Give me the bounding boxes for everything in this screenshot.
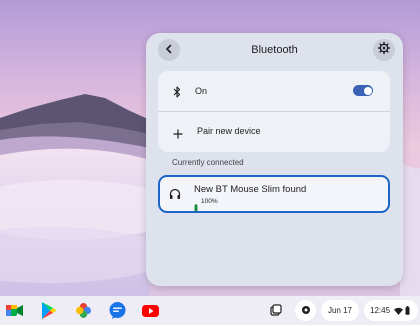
toggle-knob bbox=[363, 86, 372, 95]
messages-icon[interactable] bbox=[107, 300, 128, 321]
panel-title: Bluetooth bbox=[251, 44, 298, 56]
bluetooth-icon bbox=[173, 85, 181, 103]
connected-device-item[interactable]: New BT Mouse Slim found 100% bbox=[158, 175, 390, 213]
google-meet-icon[interactable] bbox=[4, 300, 25, 321]
holding-space-icon bbox=[269, 303, 282, 318]
battery-status-icon bbox=[405, 306, 410, 315]
plus-icon bbox=[173, 126, 183, 144]
stylus-tools-button[interactable] bbox=[295, 300, 316, 321]
bluetooth-settings-card: On Pair new device bbox=[158, 71, 390, 152]
bluetooth-toggle-switch[interactable] bbox=[353, 85, 373, 96]
youtube-icon[interactable] bbox=[140, 300, 161, 321]
wifi-icon bbox=[394, 307, 404, 315]
bluetooth-status-label: On bbox=[195, 86, 208, 96]
divider bbox=[158, 111, 390, 112]
headphones-icon bbox=[169, 187, 181, 205]
battery-icon bbox=[194, 198, 198, 216]
clock-time: 12:45 bbox=[370, 306, 391, 315]
status-area[interactable]: 12:45 bbox=[364, 300, 418, 321]
google-play-icon[interactable] bbox=[38, 300, 59, 321]
holding-space-button[interactable] bbox=[265, 300, 286, 321]
device-battery: 100% bbox=[201, 198, 218, 205]
date-tray[interactable]: Jun 17 bbox=[321, 300, 359, 321]
pair-new-device-row[interactable]: Pair new device bbox=[158, 119, 390, 143]
settings-button[interactable] bbox=[373, 39, 395, 61]
shelf: Jun 17 12:45 bbox=[0, 296, 420, 325]
bluetooth-panel: Bluetooth On Pair new device Currently c… bbox=[146, 33, 403, 286]
pair-new-device-label: Pair new device bbox=[197, 126, 261, 136]
gear-icon bbox=[377, 41, 391, 59]
device-name: New BT Mouse Slim found bbox=[194, 184, 307, 195]
currently-connected-label: Currently connected bbox=[172, 158, 244, 167]
google-photos-icon[interactable] bbox=[73, 300, 94, 321]
stylus-icon bbox=[301, 305, 311, 317]
